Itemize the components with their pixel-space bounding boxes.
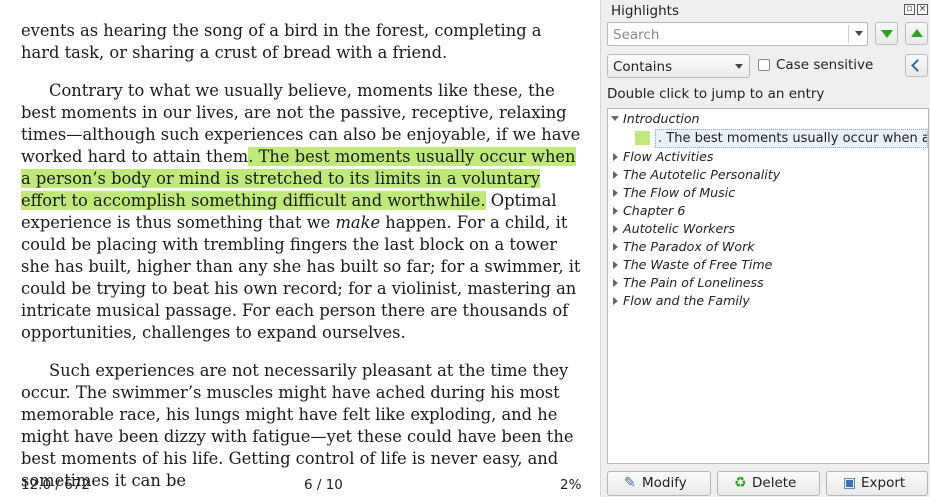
match-mode-select[interactable]: Contains <box>607 54 750 78</box>
highlights-tree[interactable]: Introduction . The best moments usually … <box>607 108 929 464</box>
page-indicator: 6 / 10 <box>304 477 343 493</box>
expand-toggle-icon[interactable] <box>611 116 619 121</box>
arrow-down-icon <box>881 30 893 38</box>
expand-toggle-icon[interactable] <box>613 189 618 197</box>
panel-title: Highlights <box>611 3 679 19</box>
tree-item-label: The Autotelic Personality <box>623 167 781 182</box>
arrow-up-icon <box>911 29 923 37</box>
tree-item-label: Autotelic Workers <box>623 221 735 236</box>
case-sensitive-checkbox[interactable] <box>758 59 770 71</box>
book-reader[interactable]: events as hearing the song of a bird in … <box>0 0 600 497</box>
delete-label: Delete <box>752 475 797 491</box>
paragraph-text: happen. For a child, it could be placing… <box>21 213 581 342</box>
jump-hint: Double click to jump to an entry <box>607 86 825 102</box>
search-input[interactable] <box>611 24 845 46</box>
book-text: events as hearing the song of a bird in … <box>21 20 581 497</box>
tree-item-label: The Paradox of Work <box>623 239 755 254</box>
expand-toggle-icon[interactable] <box>613 261 618 269</box>
tree-item-label: Introduction <box>623 111 700 126</box>
previous-match-button[interactable] <box>905 22 928 45</box>
close-panel-icon[interactable]: × <box>917 4 928 15</box>
expand-toggle-icon[interactable] <box>613 171 618 179</box>
highlight-entry-text[interactable]: . The best moments usually occur when a … <box>655 129 928 148</box>
divider <box>848 25 849 43</box>
search-combobox[interactable] <box>607 22 868 46</box>
italic-word: make <box>335 213 381 232</box>
tree-item-label: The Flow of Music <box>623 185 736 200</box>
edit-icon: ✎ <box>624 475 636 491</box>
tree-item-label: The Waste of Free Time <box>623 257 773 272</box>
modify-label: Modify <box>642 475 687 491</box>
modify-button[interactable]: ✎ Modify <box>607 471 711 496</box>
tree-item-label: Flow and the Family <box>623 293 750 308</box>
position-indicator: 12.0 / 672 <box>21 477 90 493</box>
match-mode-value: Contains <box>613 59 673 75</box>
case-sensitive-label[interactable]: Case sensitive <box>776 57 873 73</box>
highlight-color-swatch <box>635 131 650 145</box>
expand-toggle-icon[interactable] <box>613 243 618 251</box>
expand-toggle-icon[interactable] <box>613 279 618 287</box>
paragraph: Contrary to what we usually believe, mom… <box>21 80 581 344</box>
export-button[interactable]: ▣ Export <box>826 471 928 496</box>
recycle-icon: ♻ <box>734 475 747 491</box>
expand-toggle-icon[interactable] <box>613 225 618 233</box>
collapse-button[interactable] <box>905 54 928 77</box>
chevron-down-icon <box>735 64 743 69</box>
tree-item-label: Chapter 6 <box>623 203 686 218</box>
progress-percent: 2% <box>560 477 582 493</box>
expand-toggle-icon[interactable] <box>613 297 618 305</box>
float-panel-icon[interactable]: ▫ <box>904 4 915 15</box>
save-icon: ▣ <box>843 475 857 491</box>
export-label: Export <box>861 475 906 491</box>
delete-button[interactable]: ♻ Delete <box>717 471 820 496</box>
chevron-left-icon <box>911 59 924 72</box>
chevron-down-icon[interactable] <box>855 31 863 36</box>
expand-toggle-icon[interactable] <box>613 153 618 161</box>
next-match-button[interactable] <box>875 22 898 45</box>
paragraph: events as hearing the song of a bird in … <box>21 21 542 62</box>
expand-toggle-icon[interactable] <box>613 207 618 215</box>
tree-item-label: The Pain of Loneliness <box>623 275 764 290</box>
paragraph: Such experiences are not necessarily ple… <box>21 361 574 490</box>
highlights-panel: Highlights ▫ × Contains Case sensitive D… <box>600 0 930 497</box>
tree-item-label: Flow Activities <box>623 149 714 164</box>
